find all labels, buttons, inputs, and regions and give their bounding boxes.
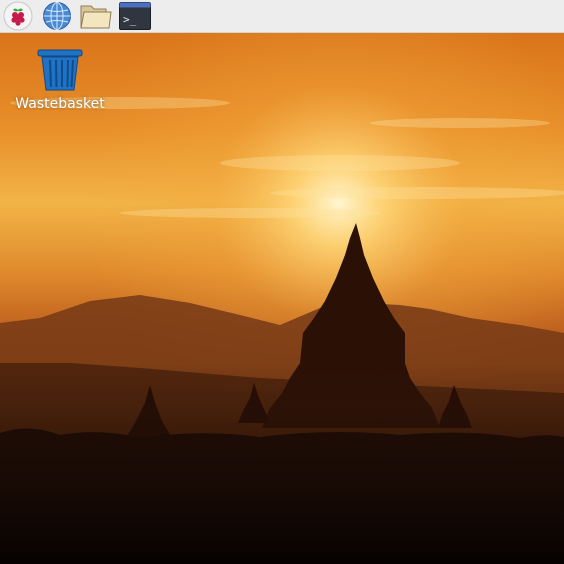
terminal-launcher[interactable]: >_	[119, 0, 151, 32]
file-manager-launcher[interactable]	[80, 0, 112, 32]
web-browser-launcher[interactable]	[41, 0, 73, 32]
terminal-prompt-glyph: >_	[123, 13, 137, 26]
raspberry-menu-icon	[3, 1, 33, 31]
menu-button[interactable]	[2, 0, 34, 32]
desktop-icon-wastebasket[interactable]: Wastebasket	[8, 48, 112, 112]
file-manager-folder-icon	[80, 5, 112, 29]
terminal-icon: >_	[119, 2, 151, 30]
desktop-icon-label: Wastebasket	[15, 96, 105, 112]
desktop: >_ Wastebasket	[0, 0, 564, 564]
wastebasket-icon	[37, 49, 83, 91]
taskbar: >_	[0, 0, 564, 33]
desktop-wallpaper	[0, 33, 564, 564]
web-browser-globe-icon	[43, 2, 71, 30]
